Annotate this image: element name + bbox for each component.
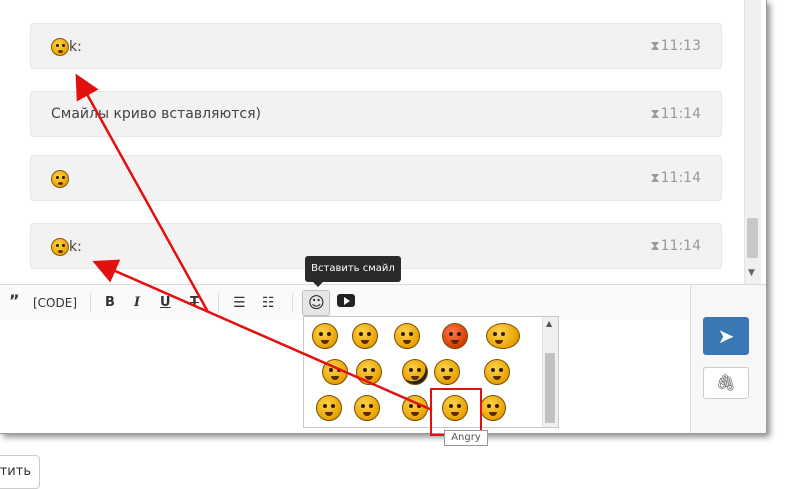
smiley-option[interactable] — [394, 323, 420, 349]
message-time: ⧗11:14 — [651, 238, 702, 254]
scroll-up-arrow-icon[interactable]: ▲ — [546, 319, 552, 328]
attach-button[interactable]: 🖇 — [703, 367, 749, 399]
message-text — [51, 170, 69, 188]
paperclip-icon: 🖇 — [715, 373, 737, 392]
smiley-option[interactable] — [312, 323, 338, 349]
smiley-option[interactable] — [322, 359, 348, 385]
insert-smiley-tooltip: Вставить смайл — [305, 256, 401, 287]
chat-window: k: ⧗11:13 Смайлы криво вставляются) ⧗11:… — [0, 0, 767, 434]
smiley-option[interactable] — [486, 323, 520, 349]
highlight-box — [430, 388, 482, 436]
time-value: 11:14 — [660, 106, 701, 122]
toolbar-divider — [90, 293, 91, 313]
bullet-list-icon[interactable]: ☰ — [233, 295, 246, 311]
message-time: ⧗11:14 — [651, 170, 702, 186]
underline-button[interactable]: U — [160, 295, 171, 310]
message-time: ⧗11:14 — [651, 106, 702, 122]
time-value: 11:13 — [660, 38, 701, 54]
smiley-option[interactable] — [480, 395, 506, 421]
paper-plane-icon: ➤ — [717, 324, 735, 348]
send-panel: ➤ 🖇 — [690, 284, 766, 433]
send-button[interactable]: ➤ — [703, 317, 749, 355]
video-play-icon — [337, 294, 355, 307]
scroll-thumb[interactable] — [747, 218, 758, 258]
smiley-option[interactable] — [402, 395, 428, 421]
smiley-name-tooltip: Angry — [444, 430, 488, 446]
smiley-option[interactable] — [356, 359, 382, 385]
toolbar-divider — [218, 293, 219, 313]
hourglass-icon: ⧗ — [650, 239, 660, 254]
video-button[interactable] — [337, 294, 355, 311]
message-1: k: ⧗11:13 — [30, 23, 722, 69]
message-text: Смайлы криво вставляются) — [51, 106, 261, 122]
devil-smiley-option[interactable] — [442, 323, 468, 349]
message-2: Смайлы криво вставляются) ⧗11:14 — [30, 91, 722, 137]
smiley-option[interactable] — [484, 359, 510, 385]
smiley-option[interactable] — [352, 323, 378, 349]
hourglass-icon: ⧗ — [650, 39, 660, 54]
toolbar-divider — [292, 293, 293, 313]
headphones-smiley-option[interactable] — [316, 395, 342, 421]
smiley-picker-scrollbar[interactable]: ▲ — [542, 317, 558, 427]
chat-scrollbar[interactable]: ▼ — [744, 0, 761, 284]
time-value: 11:14 — [660, 170, 701, 186]
strikethrough-button[interactable]: T — [190, 295, 199, 310]
hourglass-icon: ⧗ — [650, 171, 660, 186]
message-text: k: — [51, 238, 82, 256]
numbered-list-icon[interactable]: ☷ — [262, 295, 275, 311]
bold-button[interactable]: B — [105, 295, 115, 310]
insert-smiley-button[interactable]: ☺ — [302, 290, 330, 316]
message-body: k: — [69, 239, 82, 255]
smiley-icon: ☺ — [308, 293, 325, 312]
code-button[interactable]: [CODE] — [33, 296, 77, 310]
smiley-option[interactable] — [354, 395, 380, 421]
smiley-icon — [51, 38, 69, 56]
italic-button[interactable]: I — [134, 295, 140, 310]
message-time: ⧗11:13 — [651, 38, 702, 54]
scroll-down-arrow-icon[interactable]: ▼ — [748, 268, 755, 278]
message-body: k: — [69, 39, 82, 55]
pirate-smiley-option[interactable] — [402, 359, 428, 385]
time-value: 11:14 — [660, 238, 701, 254]
message-text: k: — [51, 38, 82, 56]
thumbs-up-smiley-icon — [51, 170, 69, 188]
hourglass-icon: ⧗ — [650, 107, 660, 122]
scroll-thumb[interactable] — [545, 353, 555, 423]
smiley-option[interactable] — [434, 359, 460, 385]
smiley-icon — [51, 238, 69, 256]
message-3: ⧗11:14 — [30, 155, 722, 201]
quote-button[interactable]: ” — [9, 291, 20, 310]
